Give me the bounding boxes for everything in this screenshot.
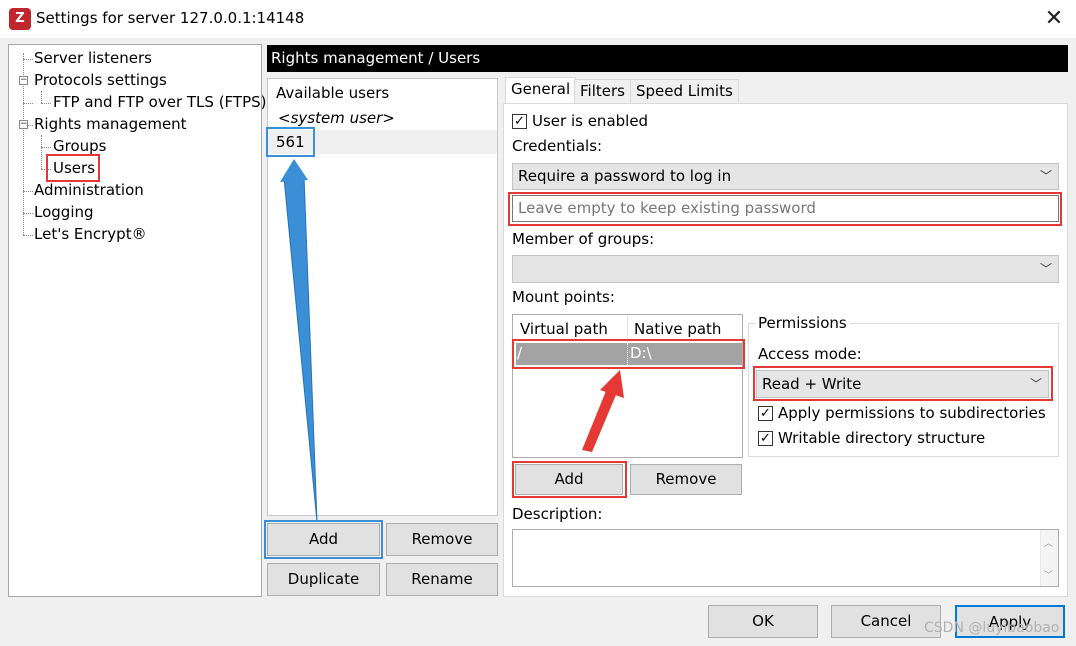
tab-general[interactable]: General — [505, 77, 577, 104]
scroll-down-icon[interactable]: ﹀ — [1044, 568, 1053, 581]
tree-item-logging[interactable]: Logging — [34, 203, 94, 221]
description-scrollbar[interactable]: ︿ ﹀ — [1040, 530, 1058, 586]
add-mount-highlight — [512, 461, 627, 498]
window-title: Settings for server 127.0.0.1:14148 — [36, 9, 305, 27]
scroll-up-icon[interactable]: ︿ — [1044, 536, 1053, 549]
credentials-value: Require a password to log in — [518, 167, 732, 185]
tree-item-ftp-ftps[interactable]: FTP and FTP over TLS (FTPS) — [53, 93, 267, 111]
tab-speed-limits[interactable]: Speed Limits — [630, 79, 739, 104]
description-label: Description: — [512, 505, 603, 523]
apply-subdirs-checkbox[interactable]: ✓ — [758, 406, 773, 421]
collapse-icon[interactable]: − — [19, 76, 28, 85]
password-highlight — [508, 192, 1062, 226]
tree-item-protocols-settings[interactable]: Protocols settings — [34, 71, 167, 89]
credentials-label: Credentials: — [512, 137, 603, 155]
member-of-groups-label: Member of groups: — [512, 230, 655, 248]
mount-row-highlight — [512, 339, 745, 369]
red-arrow-annotation — [582, 370, 624, 452]
column-native-path[interactable]: Native path — [634, 320, 721, 338]
chevron-down-icon: ﹀ — [1039, 169, 1052, 183]
duplicate-user-button[interactable]: Duplicate — [267, 563, 380, 596]
member-of-groups-select[interactable]: ﹀ — [512, 255, 1059, 283]
users-highlight — [46, 154, 100, 182]
tab-filters[interactable]: Filters — [574, 79, 631, 104]
close-icon[interactable]: ✕ — [1038, 4, 1070, 34]
user-enabled-checkbox[interactable]: ✓ — [512, 114, 527, 129]
tree-item-lets-encrypt[interactable]: Let's Encrypt® — [34, 225, 147, 243]
user-561-highlight — [266, 127, 315, 157]
credentials-select[interactable]: Require a password to log in ﹀ — [512, 163, 1059, 190]
user-enabled-label: User is enabled — [532, 112, 649, 130]
ok-button[interactable]: OK — [708, 605, 818, 638]
remove-user-button[interactable]: Remove — [386, 523, 498, 556]
blue-arrow-annotation — [280, 159, 318, 523]
tree-item-rights-management[interactable]: Rights management — [34, 115, 187, 133]
tree-item-administration[interactable]: Administration — [34, 181, 144, 199]
access-mode-highlight — [753, 366, 1053, 401]
column-virtual-path[interactable]: Virtual path — [520, 320, 608, 338]
access-mode-label: Access mode: — [758, 345, 862, 363]
remove-mount-button[interactable]: Remove — [630, 464, 742, 495]
add-user-highlight — [264, 520, 383, 559]
settings-tree[interactable]: − − Server listeners Protocols settings … — [8, 44, 267, 597]
watermark: CSDN @luyibaobao — [924, 620, 1060, 636]
collapse-icon[interactable]: − — [19, 120, 28, 129]
tree-item-server-listeners[interactable]: Server listeners — [34, 49, 152, 67]
apply-subdirs-label: Apply permissions to subdirectories — [778, 404, 1046, 422]
writable-dirs-label: Writable directory structure — [778, 429, 986, 447]
writable-dirs-checkbox[interactable]: ✓ — [758, 431, 773, 446]
filezilla-icon: Z — [9, 8, 31, 30]
permissions-title: Permissions — [755, 314, 850, 332]
description-field[interactable]: ︿ ﹀ — [512, 529, 1059, 587]
page-title: Rights management / Users — [267, 45, 1068, 72]
tree-item-groups[interactable]: Groups — [53, 137, 106, 155]
rename-user-button[interactable]: Rename — [386, 563, 498, 596]
chevron-down-icon: ﹀ — [1039, 262, 1052, 276]
mount-points-label: Mount points: — [512, 288, 615, 306]
users-list-heading: Available users — [276, 84, 390, 102]
